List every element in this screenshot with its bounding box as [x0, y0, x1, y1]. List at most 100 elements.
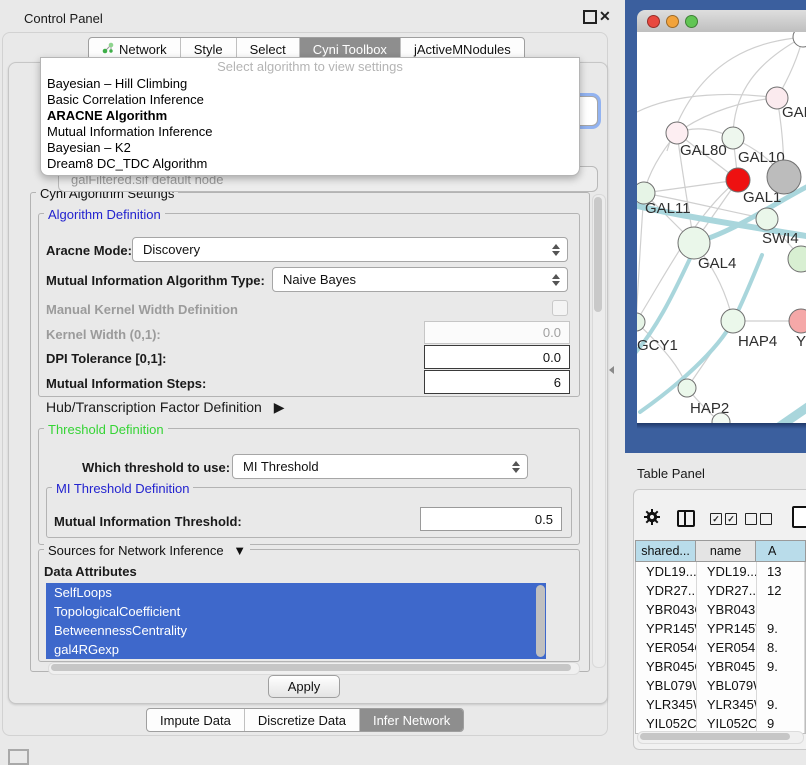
table-row[interactable]: YPR145WYPR145W9.: [636, 619, 805, 638]
close-panel-icon[interactable]: ✕: [599, 9, 611, 23]
settings-vertical-scrollbar[interactable]: [592, 194, 606, 668]
mi-algorithm-type-combo[interactable]: Naive Bayes: [272, 267, 568, 292]
apply-button[interactable]: Apply: [268, 675, 340, 698]
table-row[interactable]: YBR045CYBR045C9.: [636, 657, 805, 676]
attribute-betweennesscentrality[interactable]: BetweennessCentrality: [46, 621, 546, 640]
table-cell: 13: [757, 562, 805, 581]
divider-grip-icon[interactable]: [609, 366, 614, 374]
unchecked-checkbox-icon[interactable]: [760, 513, 772, 525]
algorithm-option-basic-correlation-inference[interactable]: Basic Correlation Inference: [41, 92, 579, 108]
which-threshold-combo[interactable]: MI Threshold: [232, 454, 528, 479]
table-cell: YBR043C: [697, 600, 757, 619]
table-row[interactable]: YBL079WYBL079W: [636, 676, 805, 695]
checked-checkbox-icon[interactable]: ✓: [710, 513, 722, 525]
attribute-gal4rgexp[interactable]: gal4RGexp: [46, 640, 546, 659]
kernel-width-input[interactable]: 0.0: [424, 321, 570, 344]
network-edge-highlighted: [757, 400, 806, 423]
table-row[interactable]: YDR27...YDR27...12: [636, 581, 805, 600]
checked-checkbox-icon[interactable]: ✓: [725, 513, 737, 525]
sources-group-title[interactable]: Sources for Network Inference ▼: [44, 543, 250, 558]
tab-label: Impute Data: [160, 713, 231, 728]
table-row[interactable]: YDL19...YDL19...13: [636, 562, 805, 581]
network-edge: [644, 180, 738, 193]
unchecked-checkbox-icon[interactable]: [745, 513, 757, 525]
node-gal80[interactable]: [666, 122, 688, 144]
mi-steps-input[interactable]: 6: [424, 370, 570, 394]
algorithm-dropdown-popup: Select algorithm to view settings Bayesi…: [40, 57, 580, 176]
node-swi4-label: SWI4: [762, 230, 799, 247]
manual-kernel-width-label: Manual Kernel Width Definition: [46, 302, 238, 317]
hub-definition-toggle[interactable]: Hub/Transcription Factor Definition ▶: [46, 399, 284, 416]
which-threshold-label: Which threshold to use:: [82, 460, 230, 475]
dpi-tolerance-input[interactable]: 0.0: [424, 345, 570, 369]
aracne-mode-combo[interactable]: Discovery: [132, 237, 568, 262]
control-panel-title: Control Panel: [24, 11, 103, 26]
algorithm-option-dream8-dc-tdc-algorithm[interactable]: Dream8 DC_TDC Algorithm: [41, 156, 579, 172]
attributes-scrollbar-thumb[interactable]: [536, 585, 545, 657]
settings-horizontal-scrollbar-thumb[interactable]: [51, 664, 571, 671]
data-attributes-list: SelfLoopsTopologicalCoefficientBetweenne…: [46, 583, 546, 659]
column-header-shared[interactable]: shared...: [635, 540, 696, 562]
threshold-definition-title: Threshold Definition: [44, 422, 168, 437]
table-cell: YBL079W: [636, 676, 697, 695]
node-top-right[interactable]: [793, 32, 806, 47]
table-cell: YER054C: [697, 638, 757, 657]
table-row[interactable]: YBR043CYBR043C: [636, 600, 805, 619]
table-cell: 12: [757, 581, 805, 600]
algorithm-option-bayesian-k2[interactable]: Bayesian – K2: [41, 140, 579, 156]
tab-discretize-data[interactable]: Discretize Data: [244, 709, 359, 731]
attribute-selfloops[interactable]: SelfLoops: [46, 583, 546, 602]
split-columns-icon[interactable]: [677, 510, 695, 527]
aracne-mode-label: Aracne Mode:: [46, 243, 132, 258]
table-settings-gear-icon[interactable]: [643, 508, 661, 526]
algorithm-option-bayesian-hill-climbing[interactable]: Bayesian – Hill Climbing: [41, 76, 579, 92]
table-cell: YBL079W: [697, 676, 757, 695]
algorithm-option-aracne-algorithm[interactable]: ARACNE Algorithm: [41, 108, 579, 124]
table-horizontal-scrollbar-thumb[interactable]: [640, 733, 790, 740]
node-green-right[interactable]: [788, 246, 806, 272]
table-cell: YLR345W: [697, 695, 757, 714]
settings-vertical-scrollbar-thumb[interactable]: [594, 197, 602, 312]
table-cell: YBR045C: [697, 657, 757, 676]
node-gray-hub[interactable]: [767, 160, 801, 194]
node-hap4[interactable]: [721, 309, 745, 333]
node-salmon[interactable]: [789, 309, 806, 333]
table-horizontal-scrollbar[interactable]: [637, 731, 804, 744]
table-cell: [757, 600, 805, 619]
tab-impute-data[interactable]: Impute Data: [147, 709, 244, 731]
column-header-a[interactable]: A: [756, 540, 806, 562]
mi-steps-value: 6: [554, 375, 561, 390]
node-gal10[interactable]: [722, 127, 744, 149]
tab-infer-network[interactable]: Infer Network: [359, 709, 463, 731]
table-row[interactable]: YER054CYER054C8.: [636, 638, 805, 657]
node-hap2[interactable]: [678, 379, 696, 397]
table-header-row: shared...nameA: [635, 540, 806, 562]
network-window-shadow: [637, 423, 806, 429]
cyni-bottom-tabbar: Impute Data Discretize DataInfer Network: [146, 708, 464, 732]
table-cell: YPR145W: [636, 619, 697, 638]
close-window-icon[interactable]: [647, 15, 660, 28]
float-window-icon[interactable]: [583, 10, 597, 24]
network-window-titlebar[interactable]: [637, 10, 806, 33]
node-salmon-label: Y: [796, 333, 806, 350]
minimize-window-icon[interactable]: [666, 15, 679, 28]
node-gcy1[interactable]: [637, 313, 645, 331]
algorithm-dropdown-list: Bayesian – Hill ClimbingBasic Correlatio…: [41, 76, 579, 172]
mi-threshold-input[interactable]: 0.5: [420, 507, 562, 531]
column-header-name[interactable]: name: [696, 540, 756, 562]
node-gcy1-label: GCY1: [637, 337, 678, 354]
manual-kernel-width-checkbox[interactable]: [552, 300, 568, 316]
algorithm-option-mutual-information-inference[interactable]: Mutual Information Inference: [41, 124, 579, 140]
network-edge: [637, 193, 644, 322]
node-swi4[interactable]: [756, 208, 778, 230]
float-panel-icon[interactable]: [8, 749, 29, 765]
table-row[interactable]: YLR345WYLR345W9.: [636, 695, 805, 714]
network-view[interactable]: GALGAL80GAL10GAL1GAL11GAL4SWI4GCY1HAP4YH…: [637, 32, 806, 423]
maximize-window-icon[interactable]: [685, 15, 698, 28]
settings-horizontal-scrollbar[interactable]: [48, 662, 580, 675]
table-cell: 9.: [757, 657, 805, 676]
node-gal-partial-label: GAL: [782, 104, 806, 121]
attribute-topologicalcoefficient[interactable]: TopologicalCoefficient: [46, 602, 546, 621]
document-icon[interactable]: [792, 506, 806, 528]
kernel-width-value: 0.0: [543, 325, 561, 340]
